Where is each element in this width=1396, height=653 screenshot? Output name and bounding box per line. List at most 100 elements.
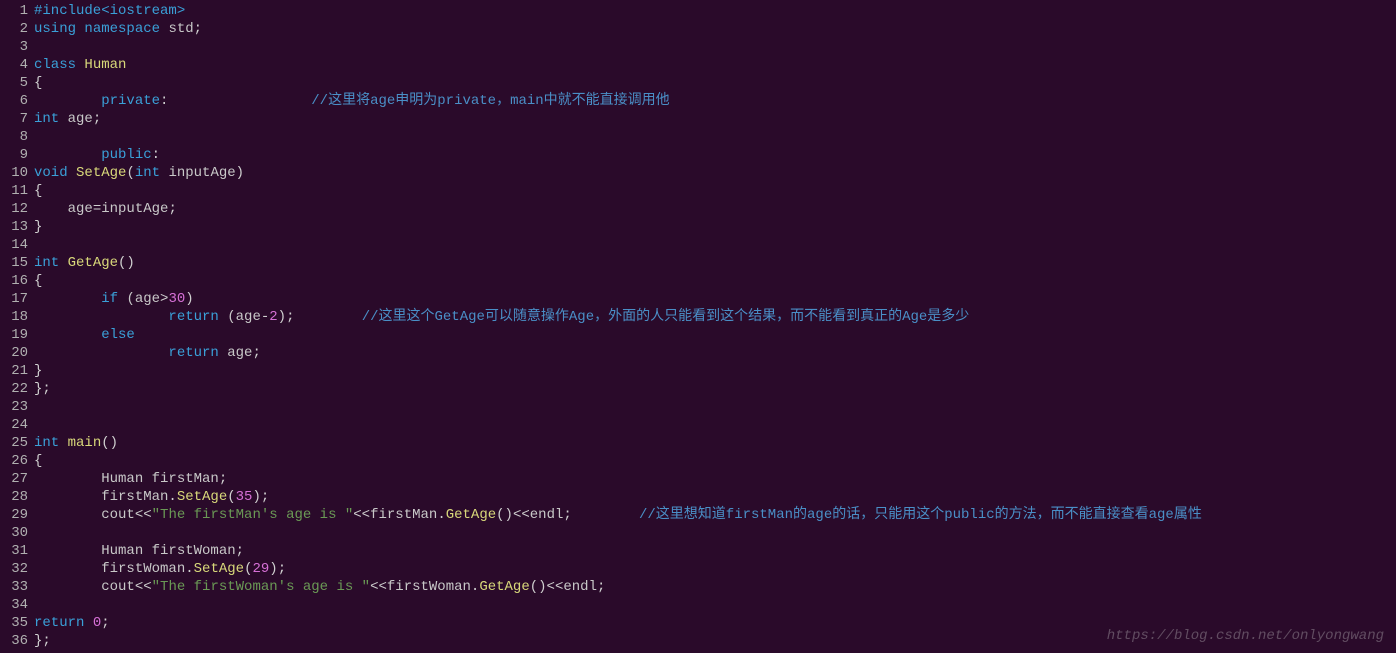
token-punct: . [437, 507, 445, 523]
line-number-gutter: 1234567891011121314151617181920212223242… [0, 2, 34, 650]
line-number: 17 [0, 290, 28, 308]
token-punct [34, 291, 101, 307]
token-fn: GetAge [68, 255, 118, 271]
token-punct: ; [219, 471, 227, 487]
line-number: 35 [0, 614, 28, 632]
code-line: return (age-2); //这里这个GetAge可以随意操作Age，外面… [34, 308, 1396, 326]
code-editor: 1234567891011121314151617181920212223242… [0, 0, 1396, 650]
token-kw: else [101, 327, 135, 343]
token-punct: ; [252, 345, 260, 361]
line-number: 6 [0, 92, 28, 110]
code-line: else [34, 326, 1396, 344]
token-ident: Human firstWoman [34, 543, 236, 559]
token-fn: SetAge [177, 489, 227, 505]
token-punct: () [118, 255, 135, 271]
line-number: 8 [0, 128, 28, 146]
code-line: { [34, 272, 1396, 290]
token-punct: ; [563, 507, 571, 523]
token-punct: ; [93, 111, 101, 127]
line-number: 5 [0, 74, 28, 92]
token-punct: } [34, 363, 42, 379]
token-punct [34, 327, 101, 343]
line-number: 9 [0, 146, 28, 164]
token-type: void [34, 165, 76, 181]
token-type: int [34, 255, 68, 271]
token-num: 30 [168, 291, 185, 307]
token-kw: return [34, 615, 93, 631]
code-line: int main() [34, 434, 1396, 452]
token-type: <iostream> [101, 3, 185, 19]
token-num: 29 [252, 561, 269, 577]
code-line: cout<<"The firstWoman's age is "<<firstW… [34, 578, 1396, 596]
token-ident: std [168, 21, 193, 37]
token-cmt: //这里想知道firstMan的age的话，只能用这个public的方法，而不能… [639, 507, 1202, 523]
code-line: firstMan.SetAge(35); [34, 488, 1396, 506]
code-content: #include<iostream>using namespace std;cl… [34, 2, 1396, 650]
token-punct: ) [269, 561, 277, 577]
token-ident: endl [530, 507, 564, 523]
line-number: 3 [0, 38, 28, 56]
token-kw: class [34, 57, 84, 73]
token-type: int [34, 435, 68, 451]
watermark-text: https://blog.csdn.net/onlyongwang [1107, 627, 1384, 645]
line-number: 20 [0, 344, 28, 362]
line-number: 13 [0, 218, 28, 236]
token-punct [572, 507, 639, 523]
line-number: 4 [0, 56, 28, 74]
token-punct [34, 309, 168, 325]
line-number: 30 [0, 524, 28, 542]
line-number: 7 [0, 110, 28, 128]
token-fn: GetAge [479, 579, 529, 595]
token-punct: ( [126, 165, 134, 181]
line-number: 33 [0, 578, 28, 596]
token-num: 0 [93, 615, 101, 631]
token-punct: { [34, 183, 42, 199]
code-line [34, 416, 1396, 434]
token-punct: () [496, 507, 513, 523]
token-op: << [547, 579, 564, 595]
token-str: "The firstWoman's age is " [152, 579, 370, 595]
token-fn: main [68, 435, 102, 451]
token-ident: firstWoman [34, 561, 185, 577]
token-punct [34, 345, 168, 361]
token-punct: ) [278, 309, 286, 325]
line-number: 18 [0, 308, 28, 326]
token-op: - [261, 309, 269, 325]
token-ident: (age [126, 291, 160, 307]
token-ident: firstWoman [387, 579, 471, 595]
token-punct [168, 93, 311, 109]
token-num: 2 [269, 309, 277, 325]
code-line [34, 128, 1396, 146]
token-op: << [513, 507, 530, 523]
token-punct: ) [185, 291, 193, 307]
code-line: int GetAge() [34, 254, 1396, 272]
token-punct: ; [168, 201, 176, 217]
token-fn: Human [84, 57, 126, 73]
token-kw: return [168, 309, 227, 325]
line-number: 22 [0, 380, 28, 398]
line-number: 15 [0, 254, 28, 272]
line-number: 16 [0, 272, 28, 290]
token-punct: ; [278, 561, 286, 577]
token-kw: #include [34, 3, 101, 19]
token-type: int [34, 111, 68, 127]
line-number: 14 [0, 236, 28, 254]
token-punct [34, 93, 101, 109]
line-number: 21 [0, 362, 28, 380]
token-ident: inputAge [168, 165, 235, 181]
token-punct: () [530, 579, 547, 595]
code-line: return age; [34, 344, 1396, 362]
line-number: 25 [0, 434, 28, 452]
token-punct: { [34, 453, 42, 469]
token-fn: SetAge [194, 561, 244, 577]
code-line: Human firstMan; [34, 470, 1396, 488]
code-line [34, 524, 1396, 542]
code-line: }; [34, 380, 1396, 398]
token-fn: SetAge [76, 165, 126, 181]
line-number: 11 [0, 182, 28, 200]
token-punct: { [34, 273, 42, 289]
line-number: 12 [0, 200, 28, 218]
code-line: void SetAge(int inputAge) [34, 164, 1396, 182]
code-line [34, 596, 1396, 614]
code-line: { [34, 182, 1396, 200]
